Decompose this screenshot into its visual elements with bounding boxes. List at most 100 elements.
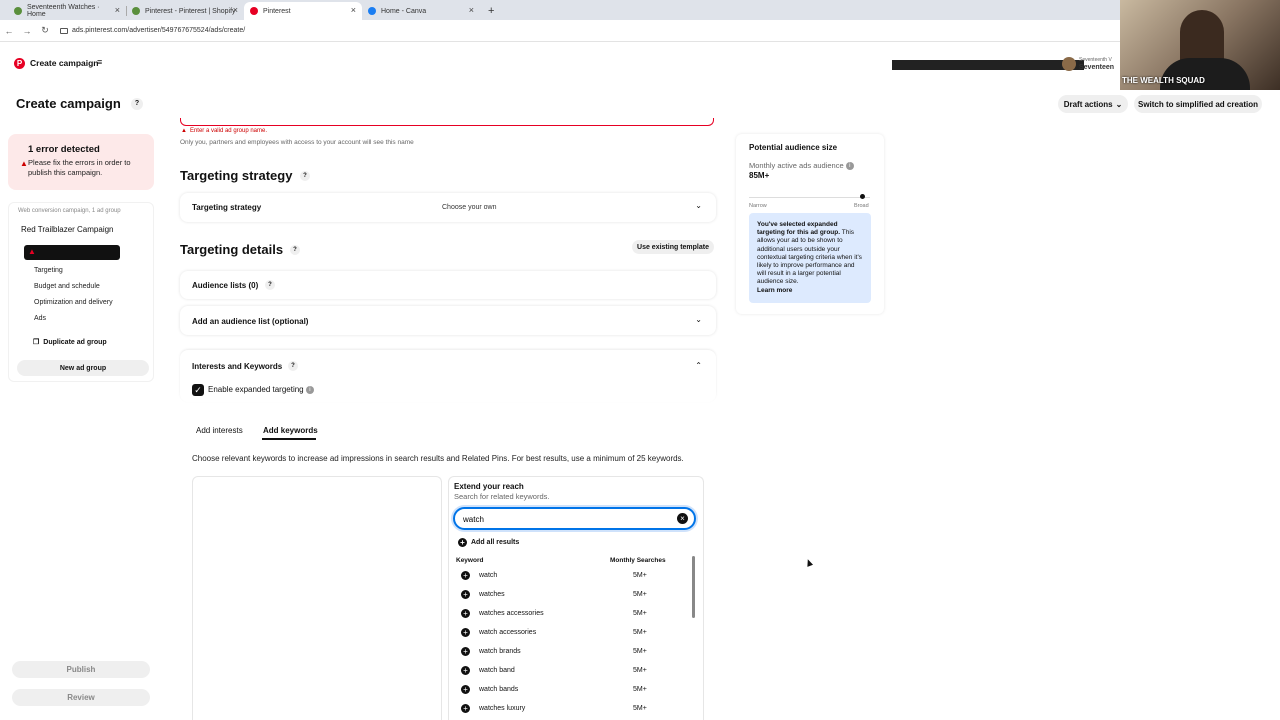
use-template-button[interactable]: Use existing template xyxy=(632,240,714,254)
info-icon[interactable]: i xyxy=(845,162,854,171)
interests-keywords-section: Interests and Keywords ? ⌃ xyxy=(180,350,716,402)
clear-search-icon[interactable]: × xyxy=(677,513,688,524)
chevron-down-icon: ⌄ xyxy=(695,315,702,324)
monthly-searches-value: 5M+ xyxy=(633,572,647,579)
keyword-row[interactable]: + watch 5M+ xyxy=(461,571,661,583)
campaign-name[interactable]: Red Trailblazer Campaign xyxy=(21,225,114,234)
tab-label: Pinterest xyxy=(263,7,291,15)
selected-keywords-pane xyxy=(192,476,442,720)
duplicate-ad-group-button[interactable]: ❐ Duplicate ad group xyxy=(33,338,107,346)
browser-tab-4[interactable]: Home - Canva × xyxy=(362,2,480,20)
plus-icon[interactable]: + xyxy=(461,609,470,618)
close-icon[interactable]: × xyxy=(233,5,238,15)
help-icon[interactable]: ? xyxy=(265,280,275,290)
browser-tab-2[interactable]: Pinterest - Pinterest | Shopify × xyxy=(126,2,244,20)
plus-icon[interactable]: + xyxy=(461,704,470,713)
ad-group-name-input[interactable] xyxy=(180,118,714,126)
keyword-row[interactable]: + watch band 5M+ xyxy=(461,666,661,678)
webcam-overlay: THE WEALTH SQUAD xyxy=(1120,0,1280,90)
keyword-search-input[interactable] xyxy=(463,513,663,525)
sidebar-item-ads[interactable]: Ads xyxy=(34,315,46,322)
plus-icon[interactable]: + xyxy=(461,647,470,656)
menu-icon[interactable]: ≡ xyxy=(97,57,102,67)
keyword-row[interactable]: + watch accessories 5M+ xyxy=(461,628,661,640)
keyword-row[interactable]: + watches 5M+ xyxy=(461,590,661,602)
url-field[interactable]: ads.pinterest.com/advertiser/54976767552… xyxy=(60,27,245,34)
keyword-row[interactable]: + watches luxury 5M+ xyxy=(461,704,661,716)
keyword-row[interactable]: + watch bands 5M+ xyxy=(461,685,661,697)
expanded-targeting-checkbox[interactable]: ✓ xyxy=(192,384,204,396)
keyword-text: watch band xyxy=(479,667,515,674)
tab-label: Pinterest - Pinterest | Shopify xyxy=(145,7,236,15)
info-body-text: This allows your ad to be shown to addit… xyxy=(757,229,862,286)
monthly-searches-value: 5M+ xyxy=(633,705,647,712)
broad-label: Broad xyxy=(854,203,869,209)
info-bold-text: You've selected expanded targeting for t… xyxy=(757,221,841,237)
lock-icon xyxy=(60,27,68,34)
close-icon[interactable]: × xyxy=(115,5,120,15)
close-icon[interactable]: × xyxy=(469,5,474,15)
account-switcher[interactable]: Seventeenth V Seventeen xyxy=(1062,56,1118,72)
shopify-icon xyxy=(14,7,22,15)
keyword-search-box[interactable]: × xyxy=(453,507,696,530)
targeting-strategy-dropdown[interactable]: Targeting strategy Choose your own ⌄ xyxy=(180,193,716,222)
plus-icon[interactable]: + xyxy=(461,685,470,694)
audience-size-title: Potential audience size xyxy=(749,143,838,152)
targeting-strategy-heading: Targeting strategy xyxy=(180,168,293,183)
add-audience-dropdown[interactable]: Add an audience list (optional) ⌄ xyxy=(180,306,716,335)
keyword-text: watch accessories xyxy=(479,629,537,636)
narrow-label: Narrow xyxy=(749,203,767,209)
pinterest-logo-icon[interactable]: P xyxy=(14,58,25,69)
keyword-row[interactable]: + watches accessories 5M+ xyxy=(461,609,661,621)
review-button[interactable]: Review xyxy=(12,689,150,706)
close-icon[interactable]: × xyxy=(351,5,356,15)
address-bar: ← → ↻ ads.pinterest.com/advertiser/54976… xyxy=(0,20,1120,42)
warning-icon: ▲ xyxy=(28,247,36,256)
help-icon[interactable]: ? xyxy=(288,361,298,371)
tab-add-interests[interactable]: Add interests xyxy=(196,426,243,435)
audience-lists-row: Audience lists (0) ? xyxy=(180,271,716,299)
results-scrollbar[interactable] xyxy=(692,556,695,618)
plus-icon[interactable]: + xyxy=(461,571,470,580)
help-icon[interactable]: ? xyxy=(290,245,300,255)
error-title: 1 error detected xyxy=(28,144,100,155)
browser-tab-bar: Seventeenth Watches · Home × Pinterest -… xyxy=(0,0,1120,20)
interests-keywords-label[interactable]: Interests and Keywords xyxy=(192,362,282,371)
publish-button[interactable]: Publish xyxy=(12,661,150,678)
tab-add-keywords[interactable]: Add keywords xyxy=(263,426,318,435)
browser-tab-1[interactable]: Seventeenth Watches · Home × xyxy=(8,2,127,20)
browser-tab-3[interactable]: Pinterest × xyxy=(244,2,362,20)
plus-icon[interactable]: + xyxy=(461,628,470,637)
sidebar-item-budget[interactable]: Budget and schedule xyxy=(34,283,100,290)
chevron-up-icon[interactable]: ⌃ xyxy=(695,361,702,370)
info-icon[interactable]: i xyxy=(305,385,314,394)
keyword-text: watch bands xyxy=(479,686,519,693)
help-icon[interactable]: ? xyxy=(131,98,143,110)
targeting-strategy-value: Choose your own xyxy=(442,204,497,211)
forward-icon[interactable]: → xyxy=(18,26,36,36)
warning-icon: ▲ xyxy=(20,159,28,168)
help-icon[interactable]: ? xyxy=(300,171,310,181)
duplicate-label: Duplicate ad group xyxy=(43,339,107,346)
back-icon[interactable]: ← xyxy=(0,26,18,36)
add-all-results-button[interactable]: + Add all results xyxy=(458,538,519,547)
ad-group-item[interactable]: ▲ xyxy=(24,245,120,260)
account-name-line2: Seventeen xyxy=(1079,64,1115,71)
monthly-searches-column-header: Monthly Searches xyxy=(610,557,666,564)
webcam-caption: THE WEALTH SQUAD xyxy=(1122,76,1205,85)
sidebar-item-targeting[interactable]: Targeting xyxy=(34,267,63,274)
monthly-searches-value: 5M+ xyxy=(633,648,647,655)
audience-range-bar xyxy=(749,197,870,198)
draft-actions-button[interactable]: Draft actions ⌄ xyxy=(1058,95,1128,113)
simplified-creation-button[interactable]: Switch to simplified ad creation xyxy=(1134,95,1262,113)
keyword-row[interactable]: + watch brands 5M+ xyxy=(461,647,661,659)
new-ad-group-button[interactable]: New ad group xyxy=(17,360,149,376)
monthly-searches-value: 5M+ xyxy=(633,686,647,693)
plus-icon[interactable]: + xyxy=(461,666,470,675)
extend-reach-title: Extend your reach xyxy=(454,482,524,491)
learn-more-link[interactable]: Learn more xyxy=(757,287,863,295)
new-tab-button[interactable]: + xyxy=(488,5,494,17)
sidebar-item-optimization[interactable]: Optimization and delivery xyxy=(34,299,113,306)
reload-icon[interactable]: ↻ xyxy=(36,25,54,36)
plus-icon[interactable]: + xyxy=(461,590,470,599)
